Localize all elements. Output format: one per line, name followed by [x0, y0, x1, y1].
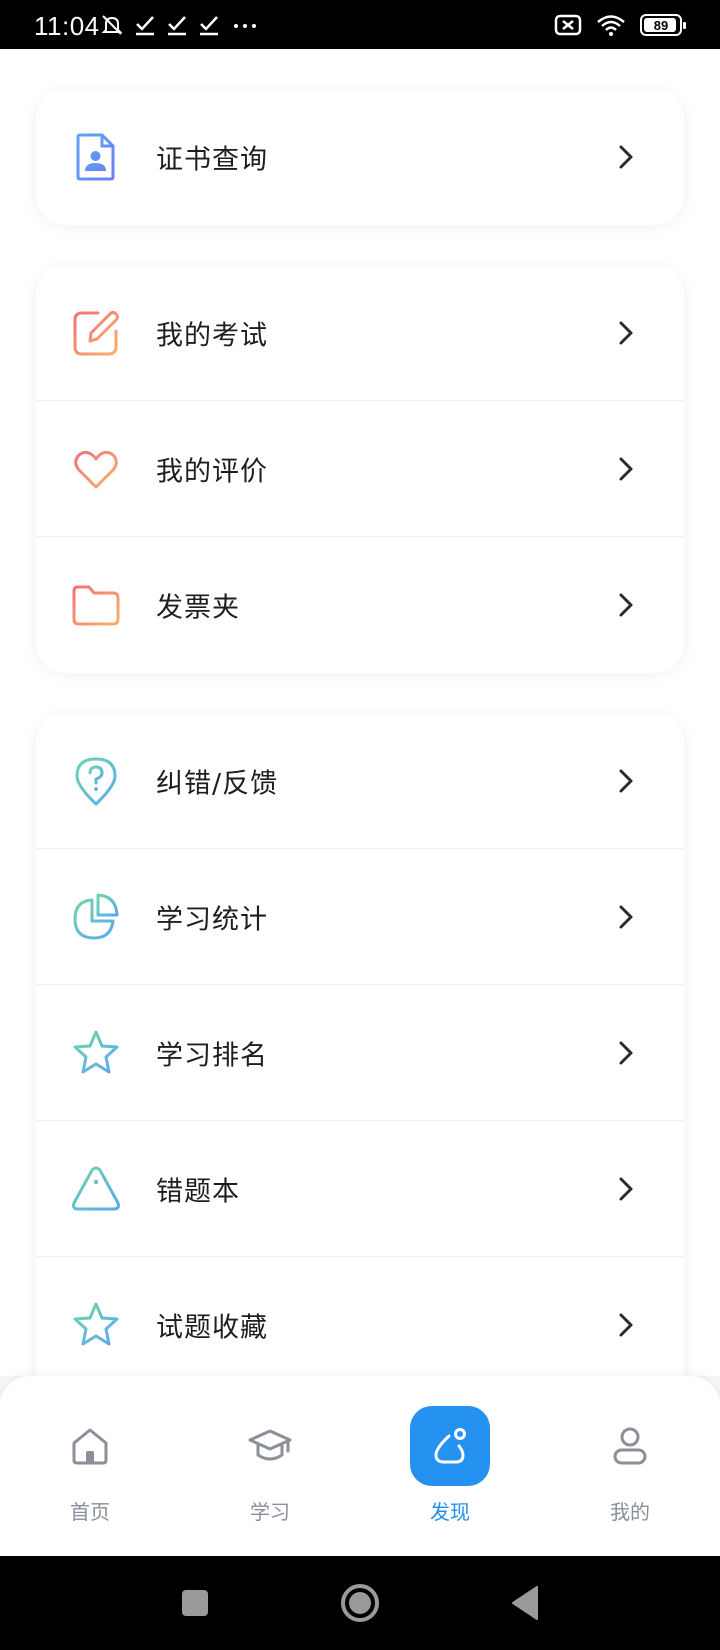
home-button[interactable] [330, 1556, 390, 1650]
warning-icon [72, 1166, 120, 1210]
folder-icon [72, 585, 120, 626]
tab-icon-wrap [590, 1406, 670, 1486]
bottom-tab-bar: 首页 学习 发现 我的 [0, 1376, 720, 1556]
chevron-right-icon [619, 593, 633, 617]
check-icon [168, 16, 186, 36]
pie-chart-icon [73, 893, 119, 939]
list-item-study-ranking[interactable]: 学习排名 [36, 985, 684, 1121]
sim-x-icon [554, 14, 582, 36]
list-item-label: 证书查询 [156, 144, 268, 176]
status-time: 11:04 [34, 11, 100, 41]
list-item-my-reviews[interactable]: 我的评价 [36, 401, 684, 537]
tab-icon-wrap [230, 1406, 310, 1486]
back-triangle-icon [512, 1586, 538, 1620]
tab-label: 发现 [430, 1500, 470, 1524]
chevron-right-icon [619, 145, 633, 169]
tab-label: 首页 [70, 1500, 110, 1524]
system-navigation-bar [0, 1556, 720, 1650]
list-item-certificate-query[interactable]: 证书查询 [36, 89, 684, 225]
certificate-icon [76, 133, 115, 181]
list-item-label: 学习排名 [156, 1040, 268, 1071]
status-system-icons: 89 [554, 12, 686, 38]
more-dots-icon [234, 24, 256, 28]
tab-home[interactable]: 首页 [0, 1406, 180, 1536]
graduation-cap-icon [248, 1429, 292, 1461]
tab-discover[interactable]: 发现 [360, 1406, 540, 1536]
check-icon [136, 16, 154, 36]
list-item-wrong-questions[interactable]: 错题本 [36, 1121, 684, 1257]
list-item-invoice-folder[interactable]: 发票夹 [36, 537, 684, 673]
tab-study[interactable]: 学习 [180, 1406, 360, 1536]
heart-icon [74, 450, 118, 488]
square-icon [182, 1590, 208, 1616]
list-item-label: 我的考试 [156, 320, 268, 351]
wifi-icon [597, 15, 625, 36]
list-item-question-favorites[interactable]: 试题收藏 [36, 1257, 684, 1376]
tab-label: 我的 [610, 1500, 650, 1524]
list-item-feedback[interactable]: 纠错/反馈 [36, 713, 684, 849]
recents-button[interactable] [165, 1556, 225, 1650]
card-certificate: 证书查询 [36, 89, 684, 225]
chevron-right-icon [619, 1041, 633, 1064]
chevron-right-icon [619, 769, 633, 792]
battery-icon: 89 [640, 14, 686, 36]
circle-icon [341, 1584, 379, 1622]
user-icon [613, 1427, 647, 1465]
chevron-right-icon [619, 1177, 633, 1200]
chevron-right-icon [619, 321, 633, 344]
back-button[interactable] [495, 1556, 555, 1650]
mute-icon [101, 15, 123, 35]
list-item-my-exams[interactable]: 我的考试 [36, 265, 684, 401]
list-item-label: 纠错/反馈 [156, 768, 279, 799]
card-study-tools: 纠错/反馈 学习统计 学习排名 错题本 试题收藏 [36, 713, 684, 1376]
chevron-right-icon [619, 905, 633, 928]
tab-label: 学习 [250, 1500, 290, 1524]
star-icon [73, 1030, 119, 1073]
home-icon [72, 1428, 108, 1465]
star-icon [73, 1302, 119, 1346]
list-item-label: 错题本 [156, 1176, 240, 1207]
discover-content[interactable]: 证书查询 我的考试 我的评价 发票夹 纠错/反馈 学习统计 学习排名 错题本 试… [0, 49, 720, 1376]
list-item-label: 学习统计 [156, 904, 268, 935]
discover-icon [434, 1428, 466, 1464]
tab-icon-wrap [50, 1406, 130, 1486]
question-pin-icon [75, 757, 117, 805]
chevron-right-icon [619, 457, 633, 480]
list-item-label: 我的评价 [156, 456, 268, 487]
list-item-label: 试题收藏 [156, 1312, 268, 1344]
card-my-records: 我的考试 我的评价 发票夹 [36, 265, 684, 673]
edit-icon [73, 310, 119, 355]
tab-mine[interactable]: 我的 [540, 1406, 720, 1536]
status-bar: 11:04 89 [0, 0, 720, 49]
list-item-label: 发票夹 [156, 592, 240, 624]
check-icon [200, 16, 218, 36]
battery-level: 89 [653, 17, 669, 33]
tab-icon-wrap [410, 1406, 490, 1486]
status-notification-icons [98, 10, 262, 40]
chevron-right-icon [619, 1313, 633, 1337]
list-item-study-stats[interactable]: 学习统计 [36, 849, 684, 985]
